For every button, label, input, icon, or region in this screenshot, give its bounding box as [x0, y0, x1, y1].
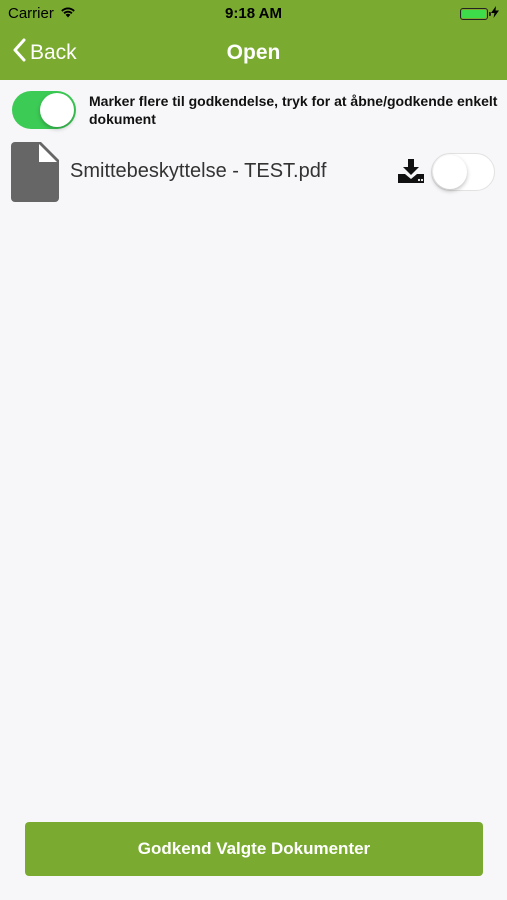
file-icon	[11, 142, 59, 207]
status-right	[460, 5, 499, 22]
navigation-bar: Back Open	[0, 28, 507, 80]
toggle-knob	[433, 155, 467, 189]
battery-icon	[460, 7, 491, 20]
status-time: 9:18 AM	[225, 5, 282, 22]
approve-selected-button[interactable]: Godkend Valgte Dokumenter	[25, 822, 483, 876]
document-select-toggle[interactable]	[431, 153, 495, 191]
charging-icon	[491, 5, 499, 22]
toggle-knob	[40, 93, 74, 127]
multi-select-label: Marker flere til godkendelse, tryk for a…	[89, 93, 498, 127]
download-icon[interactable]	[397, 159, 425, 188]
multi-select-toggle[interactable]	[12, 91, 76, 129]
status-bar: Carrier 9:18 AM	[0, 0, 507, 28]
document-row[interactable]: Smittebeskyttelse - TEST.pdf	[11, 142, 496, 202]
document-name: Smittebeskyttelse - TEST.pdf	[70, 160, 327, 182]
multi-select-row: Marker flere til godkendelse, tryk for a…	[12, 90, 497, 130]
page-title: Open	[226, 41, 281, 64]
